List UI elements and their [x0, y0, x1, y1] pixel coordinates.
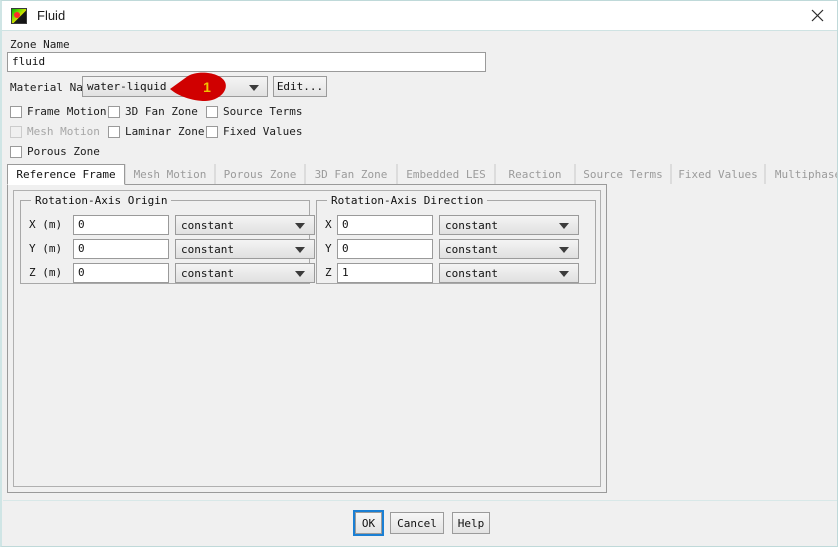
direction-row-y: Y 0 constant	[325, 239, 591, 259]
checkbox-label: Source Terms	[223, 105, 303, 118]
edit-material-button[interactable]: Edit...	[273, 76, 327, 97]
group-title: Rotation-Axis Origin	[31, 194, 172, 207]
checkbox-laminar-zone[interactable]: Laminar Zone	[108, 125, 204, 138]
ok-button[interactable]: OK	[353, 510, 384, 536]
chevron-down-icon	[295, 271, 305, 277]
fluent-app-icon	[11, 7, 27, 24]
tab-fixed-values[interactable]: Fixed Values	[671, 164, 765, 184]
chevron-down-icon	[559, 271, 569, 277]
fluid-dialog: Fluid Zone Name fluid Material Name wate…	[0, 0, 838, 547]
direction-x-mode-value: constant	[445, 219, 498, 232]
tab-strip: Reference Frame Mesh Motion Porous Zone …	[7, 164, 838, 185]
zone-name-input[interactable]: fluid	[7, 52, 486, 72]
origin-x-mode-value: constant	[181, 219, 234, 232]
chevron-down-icon	[295, 247, 305, 253]
direction-row-x: X 0 constant	[325, 215, 591, 235]
chevron-down-icon	[249, 85, 259, 91]
origin-row-y: Y (m) 0 constant	[29, 239, 315, 259]
tab-label: Embedded LES	[406, 167, 486, 181]
origin-z-input[interactable]: 0	[73, 263, 169, 283]
direction-z-mode-value: constant	[445, 267, 498, 280]
origin-y-mode-dropdown[interactable]: constant	[175, 239, 315, 259]
direction-y-input[interactable]: 0	[337, 239, 433, 259]
checkbox-label: Mesh Motion	[27, 125, 100, 138]
tab-reference-frame[interactable]: Reference Frame	[7, 164, 125, 185]
checkbox-3d-fan-zone[interactable]: 3D Fan Zone	[108, 105, 198, 118]
tab-reaction[interactable]: Reaction	[495, 164, 575, 184]
tab-embedded-les[interactable]: Embedded LES	[397, 164, 495, 184]
direction-z-label: Z	[325, 266, 332, 279]
origin-row-z: Z (m) 0 constant	[29, 263, 315, 283]
tab-label: 3D Fan Zone	[314, 167, 388, 181]
tab-label: Multiphase	[774, 167, 838, 181]
cancel-button[interactable]: Cancel	[390, 512, 444, 534]
checkbox-box	[10, 125, 22, 138]
material-name-value: water-liquid	[87, 80, 167, 93]
close-icon[interactable]	[794, 1, 837, 30]
checkbox-mesh-motion: Mesh Motion	[10, 125, 100, 138]
origin-row-x: X (m) 0 constant	[29, 215, 315, 235]
window-title: Fluid	[37, 8, 66, 23]
checkbox-box[interactable]	[206, 125, 218, 138]
direction-x-label: X	[325, 218, 332, 231]
origin-z-mode-value: constant	[181, 267, 234, 280]
checkbox-box[interactable]	[10, 105, 22, 118]
chevron-down-icon	[295, 223, 305, 229]
tab-label: Porous Zone	[223, 167, 297, 181]
tab-mesh-motion[interactable]: Mesh Motion	[125, 164, 215, 184]
origin-y-input[interactable]: 0	[73, 239, 169, 259]
checkbox-box[interactable]	[10, 145, 22, 158]
tab-label: Source Terms	[583, 167, 663, 181]
checkbox-label: Fixed Values	[223, 125, 303, 138]
origin-x-mode-dropdown[interactable]: constant	[175, 215, 315, 235]
origin-y-mode-value: constant	[181, 243, 234, 256]
direction-y-mode-value: constant	[445, 243, 498, 256]
checkbox-fixed-values[interactable]: Fixed Values	[206, 125, 302, 138]
checkbox-box[interactable]	[206, 105, 218, 118]
checkbox-label: 3D Fan Zone	[125, 105, 198, 118]
material-name-dropdown[interactable]: water-liquid	[82, 76, 268, 97]
tab-label: Reference Frame	[16, 168, 116, 181]
tab-label: Reaction	[508, 167, 562, 181]
checkbox-label: Laminar Zone	[125, 125, 205, 138]
tab-source-terms[interactable]: Source Terms	[575, 164, 671, 184]
direction-z-input[interactable]: 1	[337, 263, 433, 283]
origin-z-mode-dropdown[interactable]: constant	[175, 263, 315, 283]
tab-label: Fixed Values	[678, 167, 758, 181]
group-title: Rotation-Axis Direction	[327, 194, 488, 207]
tab-porous-zone[interactable]: Porous Zone	[215, 164, 305, 184]
checkbox-source-terms[interactable]: Source Terms	[206, 105, 302, 118]
tab-content-inner-frame: Rotation-Axis Origin X (m) 0 constant Y …	[13, 190, 601, 487]
chevron-down-icon	[559, 223, 569, 229]
origin-x-input[interactable]: 0	[73, 215, 169, 235]
direction-row-z: Z 1 constant	[325, 263, 591, 283]
tab-content-reference-frame: Rotation-Axis Origin X (m) 0 constant Y …	[7, 184, 607, 493]
checkbox-box[interactable]	[108, 125, 120, 138]
checkbox-frame-motion[interactable]: Frame Motion	[10, 105, 106, 118]
group-rotation-axis-direction: Rotation-Axis Direction X 0 constant Y 0…	[316, 194, 596, 284]
origin-z-label: Z (m)	[29, 266, 63, 279]
direction-x-mode-dropdown[interactable]: constant	[439, 215, 579, 235]
zone-name-label: Zone Name	[10, 38, 70, 51]
checkbox-label: Frame Motion	[27, 105, 107, 118]
dialog-button-bar: OK Cancel Help	[3, 500, 837, 546]
tab-3d-fan-zone[interactable]: 3D Fan Zone	[305, 164, 397, 184]
chevron-down-icon	[559, 247, 569, 253]
origin-x-label: X (m)	[29, 218, 63, 231]
checkbox-box[interactable]	[108, 105, 120, 118]
checkbox-label: Porous Zone	[27, 145, 100, 158]
direction-y-mode-dropdown[interactable]: constant	[439, 239, 579, 259]
direction-y-label: Y	[325, 242, 332, 255]
help-button[interactable]: Help	[452, 512, 490, 534]
direction-z-mode-dropdown[interactable]: constant	[439, 263, 579, 283]
origin-y-label: Y (m)	[29, 242, 63, 255]
direction-x-input[interactable]: 0	[337, 215, 433, 235]
tab-label: Mesh Motion	[133, 167, 207, 181]
title-bar: Fluid	[2, 1, 837, 31]
checkbox-porous-zone[interactable]: Porous Zone	[10, 145, 100, 158]
tab-multiphase[interactable]: Multiphase	[765, 164, 838, 184]
group-rotation-axis-origin: Rotation-Axis Origin X (m) 0 constant Y …	[20, 194, 315, 284]
